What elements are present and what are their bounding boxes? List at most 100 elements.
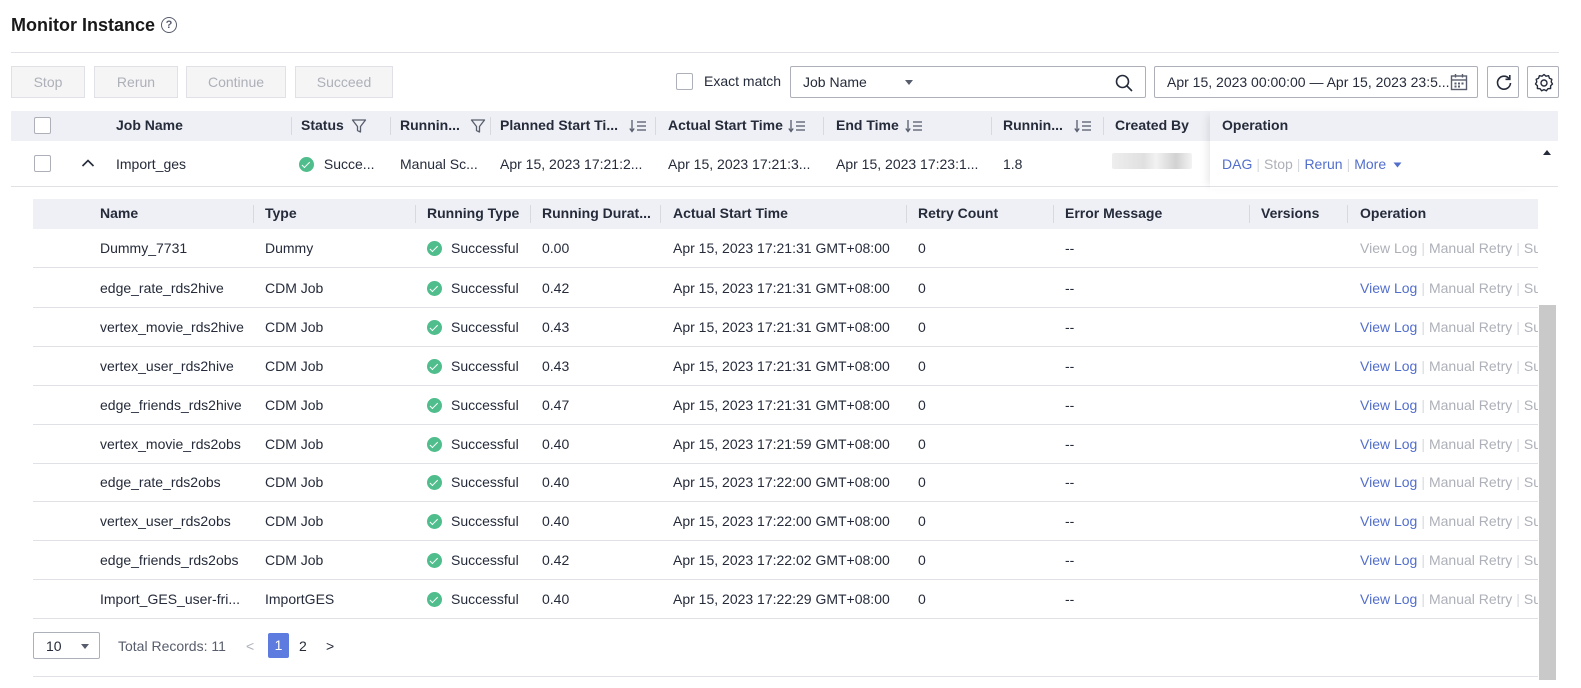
rerun-button[interactable]: Rerun [94,66,178,98]
sort-icon[interactable] [1074,118,1092,134]
node-duration: 0.40 [542,513,570,529]
manual-retry-link[interactable]: Manual Retry [1429,240,1512,256]
view-log-link[interactable]: View Log [1360,474,1417,490]
prev-page-button[interactable]: < [246,638,254,654]
gear-icon [1534,73,1554,92]
continue-button[interactable]: Continue [186,66,286,98]
manual-retry-link[interactable]: Manual Retry [1429,552,1512,568]
table-row[interactable]: Dummy_7731 Dummy Successful 0.00 Apr 15,… [33,229,1538,268]
job-name[interactable]: Import_ges [116,156,186,172]
sort-icon[interactable] [629,118,647,134]
manual-retry-link[interactable]: Manual Retry [1429,280,1512,296]
table-row[interactable]: edge_friends_rds2obs CDM Job Successful … [33,541,1538,580]
row-checkbox[interactable] [34,155,51,172]
succeed-link[interactable]: Succeed [1524,552,1538,568]
view-log-link[interactable]: View Log [1360,319,1417,335]
status-text: Successful [451,513,519,529]
sort-icon[interactable] [905,118,923,134]
succeed-link[interactable]: Succeed [1524,280,1538,296]
scroll-up-arrow-icon[interactable] [1543,150,1551,155]
view-log-link[interactable]: View Log [1360,436,1417,452]
succeed-button[interactable]: Succeed [295,66,393,98]
column-divider [253,205,254,223]
succeed-link[interactable]: Succeed [1524,397,1538,413]
exact-match-checkbox[interactable] [676,73,693,90]
view-log-link[interactable]: View Log [1360,513,1417,529]
node-duration: 0.43 [542,358,570,374]
node-error: -- [1065,280,1075,296]
sub-table-header: Name Type Running Type Running Durat... … [33,199,1538,229]
table-row[interactable]: edge_rate_rds2hive CDM Job Successful 0.… [33,269,1538,308]
table-row[interactable]: vertex_movie_rds2hive CDM Job Successful… [33,308,1538,347]
manual-retry-link[interactable]: Manual Retry [1429,474,1512,490]
refresh-button[interactable] [1487,66,1519,98]
help-icon[interactable]: ? [161,17,177,33]
table-row[interactable]: vertex_user_rds2obs CDM Job Successful 0… [33,502,1538,541]
succeed-link[interactable]: Succeed [1524,436,1538,452]
filter-icon[interactable] [351,118,367,134]
view-log-link[interactable]: View Log [1360,591,1417,607]
node-operations: View Log|Manual Retry|Succeed [1360,319,1538,335]
select-all-checkbox[interactable] [34,117,51,134]
field-select[interactable]: Job Name [790,66,925,98]
col-actual-start: Actual Start Time [668,117,783,133]
created-by-redacted [1112,153,1192,169]
date-range-picker[interactable]: Apr 15, 2023 00:00:00 — Apr 15, 2023 23:… [1154,66,1478,98]
manual-retry-link[interactable]: Manual Retry [1429,513,1512,529]
col-running-duration: Runnin... [1003,117,1063,133]
view-log-link[interactable]: View Log [1360,552,1417,568]
table-row[interactable]: vertex_movie_rds2obs CDM Job Successful … [33,425,1538,464]
header-divider [11,52,1559,53]
view-log-link[interactable]: View Log [1360,280,1417,296]
manual-retry-link[interactable]: Manual Retry [1429,591,1512,607]
manual-retry-link[interactable]: Manual Retry [1429,319,1512,335]
col-versions: Versions [1261,205,1320,221]
node-error: -- [1065,397,1075,413]
node-duration: 0.40 [542,591,570,607]
page-2-button[interactable]: 2 [299,638,307,654]
stop-button[interactable]: Stop [11,66,85,98]
node-retry-count: 0 [918,280,926,296]
succeed-link[interactable]: Succeed [1524,240,1538,256]
node-start-time: Apr 15, 2023 17:22:29 GMT+08:00 [673,591,890,607]
column-divider [1053,205,1054,223]
node-type: Dummy [265,240,314,256]
succeed-link[interactable]: Succeed [1524,474,1538,490]
node-operations: View Log|Manual Retry|Succeed [1360,280,1538,296]
vertical-scrollbar[interactable] [1539,305,1556,680]
search-input[interactable] [924,66,1146,98]
node-retry-count: 0 [918,240,926,256]
status-text: Successful [451,280,519,296]
table-row[interactable]: edge_friends_rds2hive CDM Job Successful… [33,386,1538,425]
chevron-up-icon[interactable] [81,158,95,168]
exact-match-label: Exact match [704,73,782,89]
actual-start-time: Apr 15, 2023 17:21:3... [668,156,811,172]
column-divider [660,205,661,223]
node-start-time: Apr 15, 2023 17:21:31 GMT+08:00 [673,319,890,335]
search-icon[interactable] [1115,74,1133,92]
succeed-link[interactable]: Succeed [1524,319,1538,335]
succeed-link[interactable]: Succeed [1524,591,1538,607]
table-row[interactable]: vertex_user_rds2hive CDM Job Successful … [33,347,1538,386]
manual-retry-link[interactable]: Manual Retry [1429,358,1512,374]
view-log-link[interactable]: View Log [1360,397,1417,413]
succeed-link[interactable]: Succeed [1524,358,1538,374]
col-retry-count: Retry Count [918,205,999,221]
settings-button[interactable] [1527,66,1559,98]
node-start-time: Apr 15, 2023 17:21:31 GMT+08:00 [673,280,890,296]
filter-icon[interactable] [470,118,486,134]
manual-retry-link[interactable]: Manual Retry [1429,397,1512,413]
next-page-button[interactable]: > [326,638,334,654]
page-1-button[interactable]: 1 [268,633,289,658]
succeed-link[interactable]: Succeed [1524,513,1538,529]
table-row[interactable]: Import_GES_user-fri... ImportGES Success… [33,580,1538,619]
page-size-select[interactable]: 10 [33,632,100,659]
sort-icon[interactable] [788,118,806,134]
node-error: -- [1065,513,1075,529]
calendar-icon [1450,74,1468,91]
view-log-link[interactable]: View Log [1360,240,1417,256]
node-status: Successful [427,591,519,607]
manual-retry-link[interactable]: Manual Retry [1429,436,1512,452]
table-row[interactable]: edge_rate_rds2obs CDM Job Successful 0.4… [33,463,1538,502]
view-log-link[interactable]: View Log [1360,358,1417,374]
